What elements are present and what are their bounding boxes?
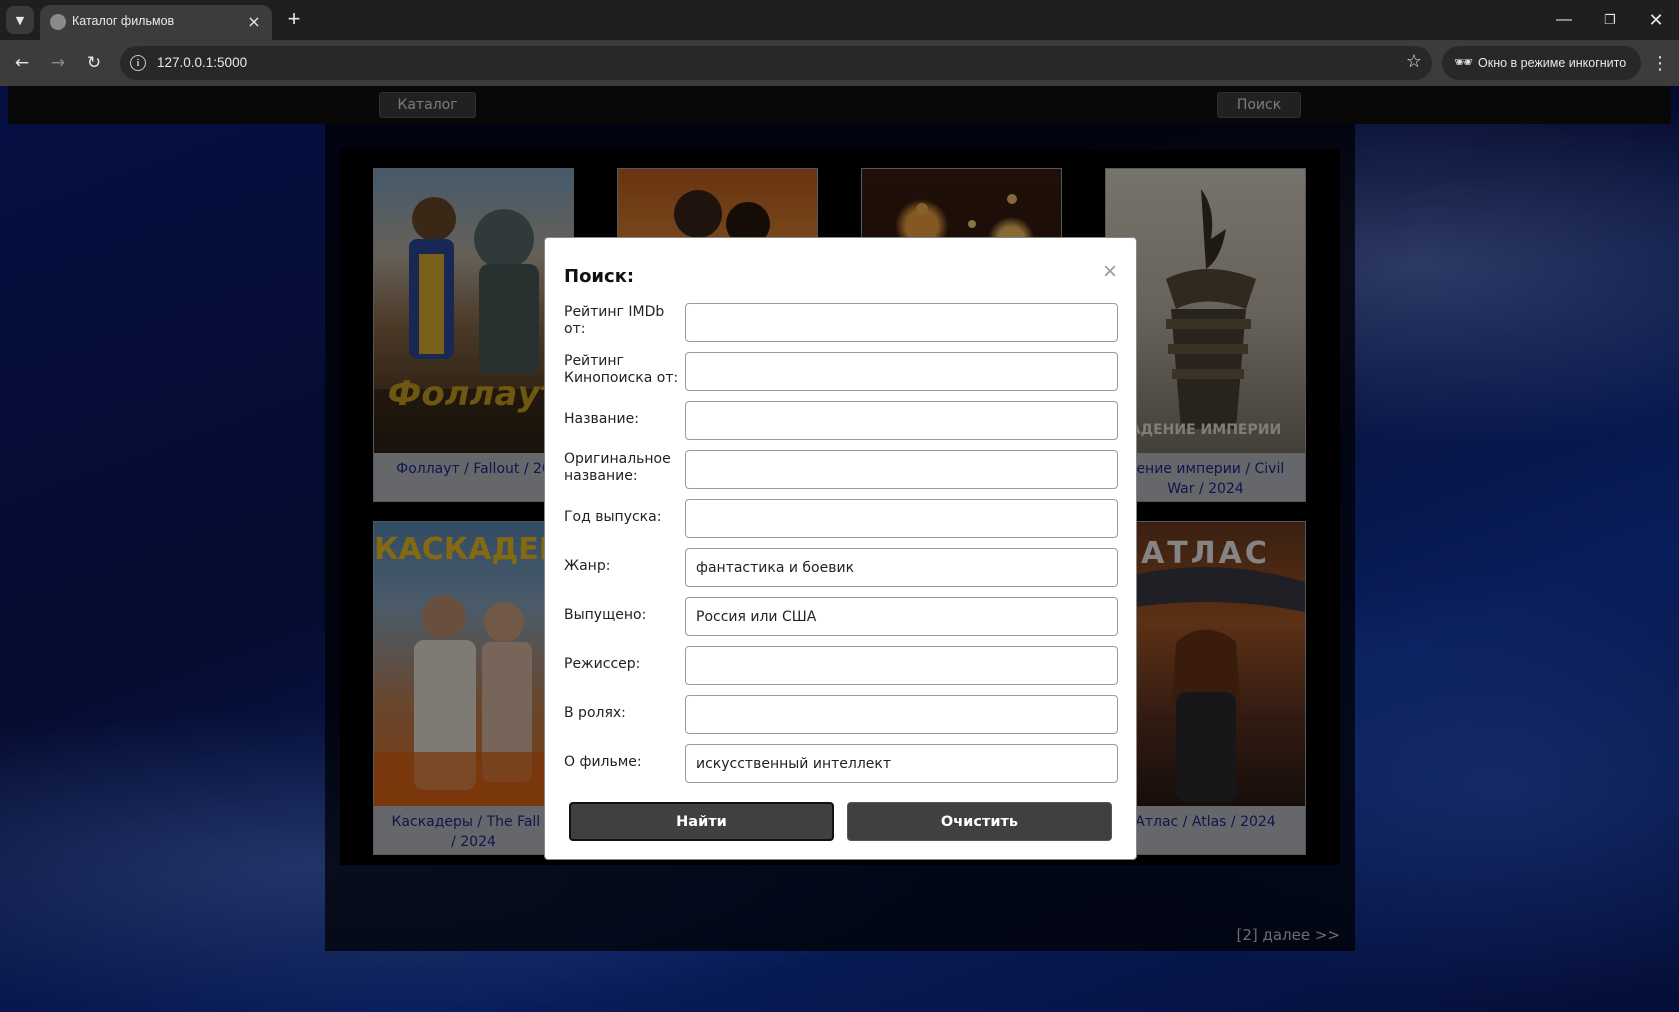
about-input[interactable]	[685, 744, 1118, 783]
country-input[interactable]	[685, 597, 1118, 636]
forward-arrow-icon[interactable]: →	[44, 49, 72, 77]
director-input[interactable]	[685, 646, 1118, 685]
browser-tab-strip: ▼ Каталог фильмов × + — ❐ ✕	[0, 0, 1679, 40]
restore-icon[interactable]: ❐	[1587, 4, 1633, 36]
kebab-menu-icon[interactable]: ⋮	[1648, 49, 1672, 77]
chevron-down-icon: ▼	[15, 13, 25, 27]
close-window-icon[interactable]: ✕	[1633, 4, 1679, 36]
browser-tab[interactable]: Каталог фильмов ×	[40, 5, 272, 40]
cast-label: В ролях:	[564, 705, 626, 721]
country-label: Выпущено:	[564, 607, 647, 623]
back-arrow-icon[interactable]: ←	[8, 49, 36, 77]
star-icon[interactable]: ☆	[1406, 51, 1422, 72]
imdb-rating-label: Рейтинг IMDb от:	[564, 304, 665, 337]
genre-input[interactable]	[685, 548, 1118, 587]
incognito-icon: 🕶	[1454, 53, 1474, 71]
close-icon[interactable]: ×	[1098, 260, 1122, 284]
address-bar[interactable]: i 127.0.0.1:5000 ☆	[120, 46, 1432, 80]
director-label: Режиссер:	[564, 656, 641, 672]
cast-input[interactable]	[685, 695, 1118, 734]
browser-toolbar: ← → ↻ i 127.0.0.1:5000 ☆ 🕶 Окно в режиме…	[0, 40, 1679, 86]
plus-icon[interactable]: +	[282, 8, 306, 32]
info-icon[interactable]: i	[130, 55, 146, 71]
reload-icon[interactable]: ↻	[80, 49, 108, 77]
incognito-label: Окно в режиме инкогнито	[1478, 56, 1627, 70]
globe-icon	[50, 14, 66, 30]
about-label: О фильме:	[564, 754, 642, 770]
imdb-rating-input[interactable]	[685, 303, 1118, 342]
tab-search-button[interactable]: ▼	[6, 6, 34, 34]
release-year-label: Год выпуска:	[564, 509, 662, 525]
minimize-icon[interactable]: —	[1541, 4, 1587, 36]
clear-button[interactable]: Очистить	[847, 802, 1112, 841]
genre-label: Жанр:	[564, 558, 611, 574]
close-icon[interactable]: ×	[244, 11, 264, 31]
find-button[interactable]: Найти	[569, 802, 834, 841]
original-title-input[interactable]	[685, 450, 1118, 489]
page-viewport: Каталог Поиск Фоллаут Фоллаут / Fallout …	[0, 86, 1679, 1012]
title-label: Название:	[564, 411, 639, 427]
kinopoisk-rating-label: Рейтинг Кинопоиска от:	[564, 353, 679, 386]
incognito-indicator[interactable]: 🕶 Окно в режиме инкогнито	[1442, 46, 1641, 80]
title-input[interactable]	[685, 401, 1118, 440]
release-year-input[interactable]	[685, 499, 1118, 538]
tab-title: Каталог фильмов	[72, 14, 175, 28]
modal-title: Поиск:	[564, 266, 635, 287]
search-modal: Поиск: × Рейтинг IMDb от: Рейтинг Кинопо…	[544, 237, 1137, 860]
original-title-label: Оригинальное название:	[564, 451, 671, 484]
kinopoisk-rating-input[interactable]	[685, 352, 1118, 391]
url-text[interactable]: 127.0.0.1:5000	[157, 55, 247, 70]
